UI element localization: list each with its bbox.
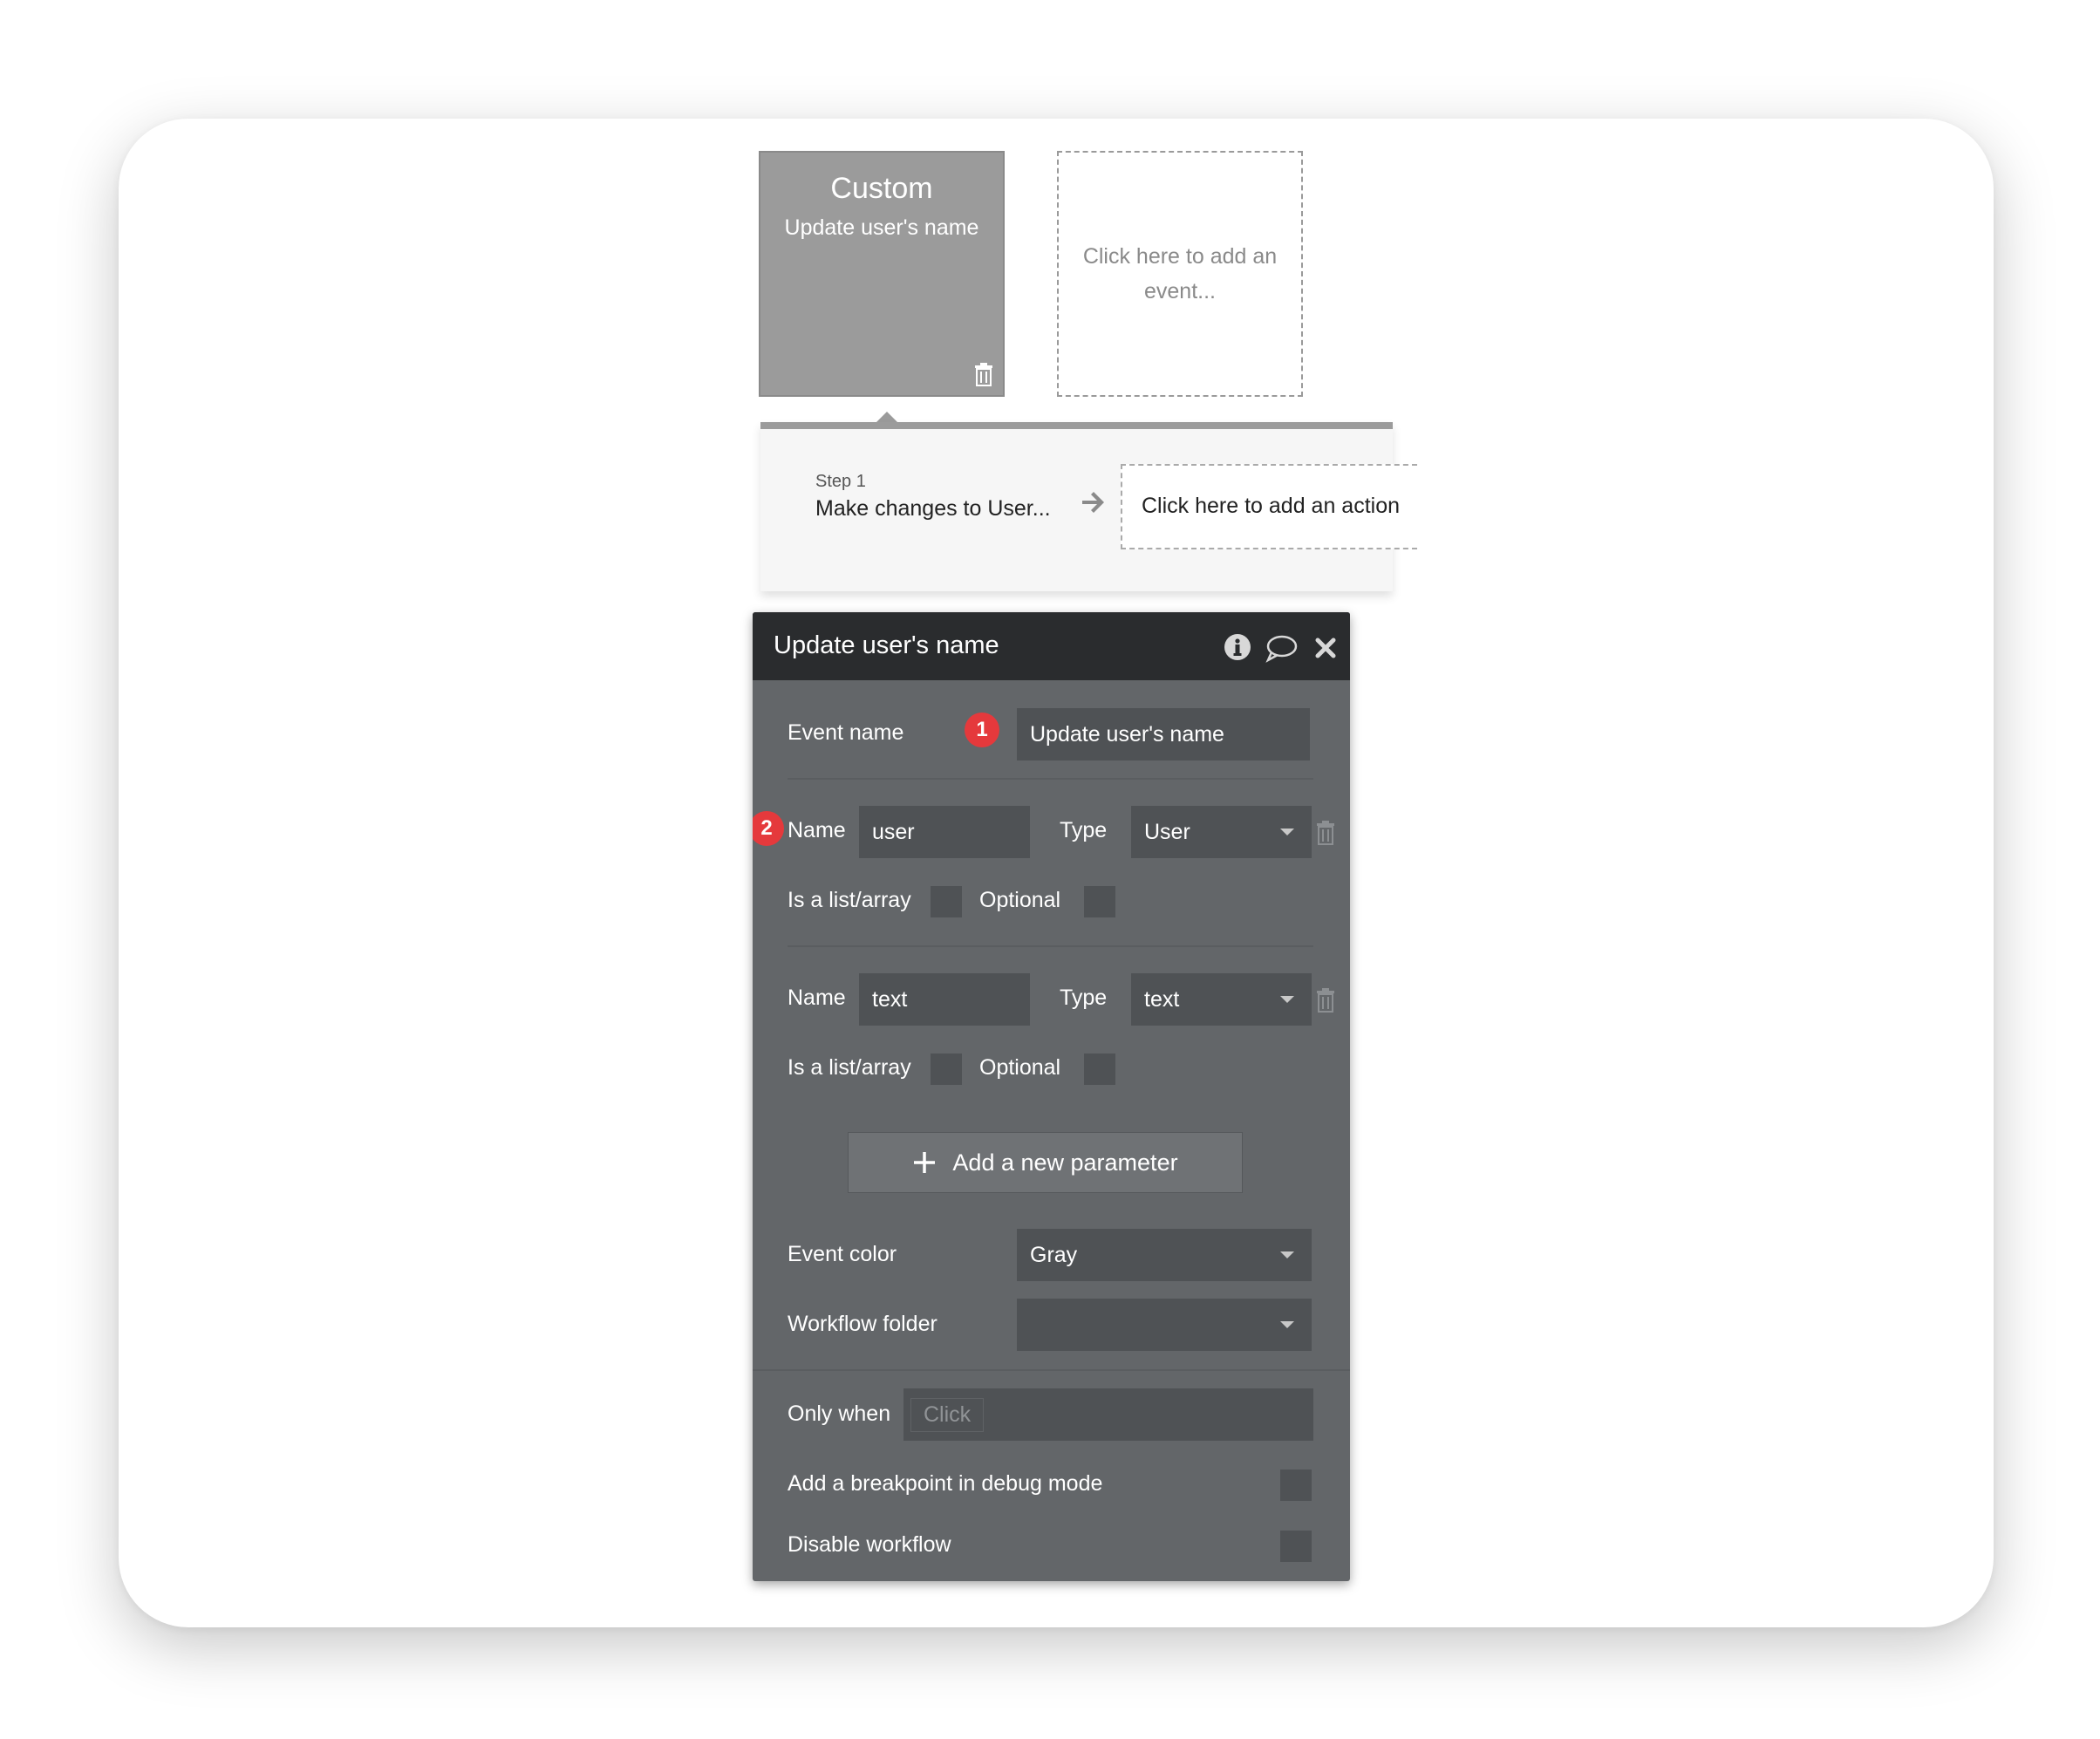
disable-workflow-checkbox[interactable] xyxy=(1280,1531,1312,1562)
param-type-value: User xyxy=(1144,819,1190,844)
divider xyxy=(788,778,1313,780)
is-list-label: Is a list/array xyxy=(788,1055,911,1080)
is-list-label: Is a list/array xyxy=(788,888,911,912)
event-color-value: Gray xyxy=(1030,1242,1078,1267)
param-name-label: Name xyxy=(788,818,846,842)
event-color-label: Event color xyxy=(788,1242,897,1266)
event-name-input[interactable]: Update user's name xyxy=(1017,708,1310,760)
add-event-placeholder[interactable]: Click here to add an event... xyxy=(1057,151,1303,397)
trash-icon[interactable] xyxy=(1315,820,1336,846)
param-name-label: Name xyxy=(788,985,846,1010)
arrow-right-icon xyxy=(1082,492,1104,513)
optional-checkbox[interactable] xyxy=(1084,886,1115,917)
is-list-checkbox[interactable] xyxy=(931,1054,962,1085)
optional-label: Optional xyxy=(979,1055,1061,1080)
workflow-folder-select[interactable] xyxy=(1017,1299,1312,1351)
panel-title: Update user's name xyxy=(774,631,999,659)
is-list-checkbox[interactable] xyxy=(931,886,962,917)
optional-checkbox[interactable] xyxy=(1084,1054,1115,1085)
add-action-label: Click here to add an action xyxy=(1142,494,1401,518)
chevron-down-icon xyxy=(1280,829,1294,835)
disable-workflow-label: Disable workflow xyxy=(788,1532,951,1557)
param-name-input[interactable]: text xyxy=(859,973,1030,1026)
breakpoint-checkbox[interactable] xyxy=(1280,1470,1312,1501)
param-type-label: Type xyxy=(1060,818,1108,842)
param-type-value: text xyxy=(1144,986,1180,1012)
breakpoint-label: Add a breakpoint in debug mode xyxy=(788,1471,1103,1496)
event-card-title: Custom xyxy=(830,172,933,205)
chevron-down-icon xyxy=(1280,1321,1294,1328)
plus-icon xyxy=(914,1152,936,1173)
divider xyxy=(788,945,1313,947)
only-when-label: Only when xyxy=(788,1401,891,1426)
event-property-panel: Update user's name Event name 1 Update u… xyxy=(753,612,1350,1581)
step-label: Step 1 xyxy=(815,472,866,491)
step-badge-2: 2 xyxy=(753,811,784,846)
event-color-select[interactable]: Gray xyxy=(1017,1229,1312,1281)
event-name-label: Event name xyxy=(788,720,904,745)
strip-topbar xyxy=(760,422,1393,429)
add-event-label: Click here to add an event... xyxy=(1082,244,1278,303)
chevron-down-icon xyxy=(1280,1251,1294,1258)
only-when-input[interactable]: Click xyxy=(903,1388,1313,1441)
only-when-placeholder[interactable]: Click xyxy=(910,1397,985,1432)
param-type-select[interactable]: User xyxy=(1131,806,1312,858)
optional-label: Optional xyxy=(979,888,1061,912)
panel-header: Update user's name xyxy=(753,612,1350,680)
add-parameter-button[interactable]: Add a new parameter xyxy=(848,1132,1243,1193)
add-parameter-label: Add a new parameter xyxy=(952,1149,1178,1176)
param-type-select[interactable]: text xyxy=(1131,973,1312,1026)
trash-icon[interactable] xyxy=(1315,987,1336,1013)
comment-icon[interactable] xyxy=(1265,633,1298,663)
event-card[interactable]: Custom Update user's name xyxy=(759,151,1005,397)
info-icon[interactable] xyxy=(1224,633,1251,661)
event-card-subtitle: Update user's name xyxy=(784,215,979,240)
chevron-down-icon xyxy=(1280,996,1294,1003)
workflow-folder-label: Workflow folder xyxy=(788,1312,938,1336)
step-badge-1: 1 xyxy=(965,713,999,747)
param-type-label: Type xyxy=(1060,985,1108,1010)
close-icon[interactable] xyxy=(1315,638,1336,658)
trash-icon[interactable] xyxy=(973,362,994,386)
divider xyxy=(753,1369,1350,1371)
param-name-input[interactable]: user xyxy=(859,806,1030,858)
add-action-placeholder[interactable]: Click here to add an action xyxy=(1121,464,1417,549)
step-title[interactable]: Make changes to User... xyxy=(815,496,1051,522)
